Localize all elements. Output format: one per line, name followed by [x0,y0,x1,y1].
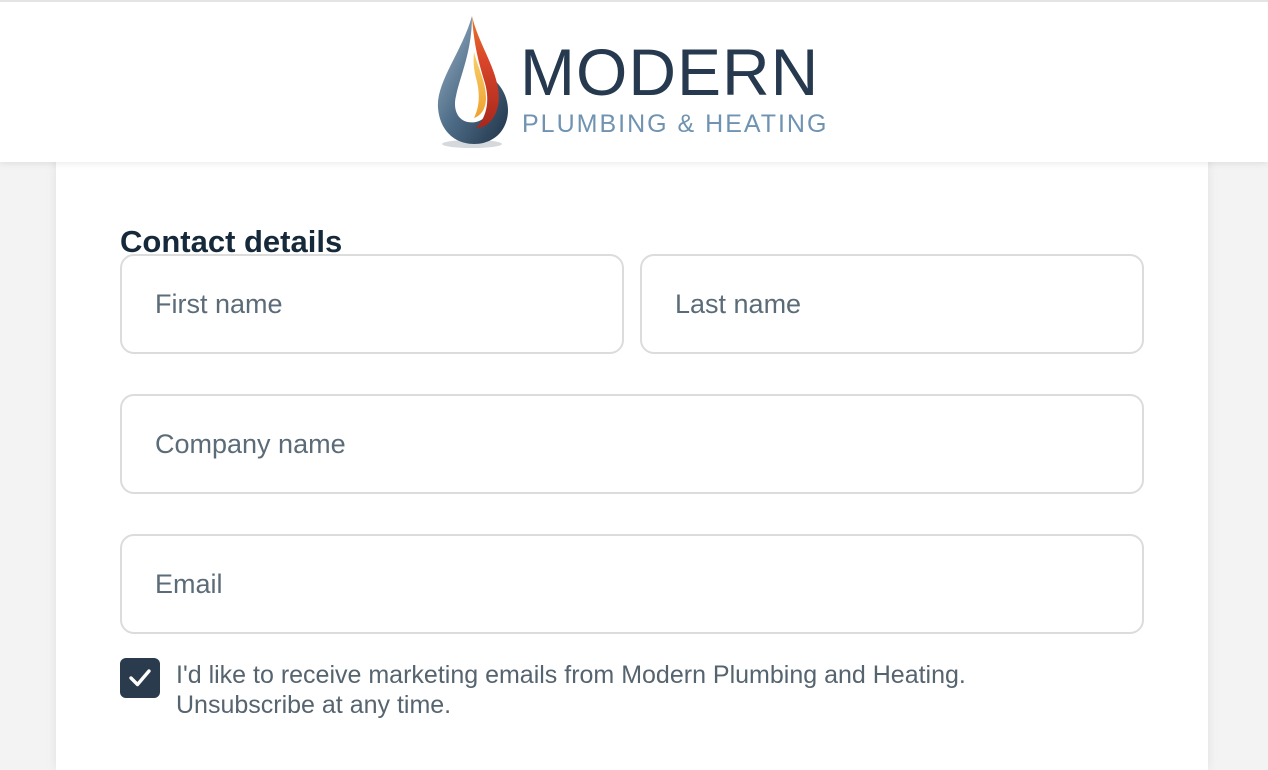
first-name-field [120,254,624,354]
last-name-field [640,254,1144,354]
email-field [120,534,1144,634]
logo-subtitle: PLUMBING & HEATING [522,110,829,138]
brand-logo[interactable]: MODERN PLUMBING & HEATING [432,12,832,152]
consent-text-line2: Unsubscribe at any time. [176,691,452,719]
water-flame-drop-icon [437,16,508,148]
first-name-input[interactable] [122,256,622,352]
company-name-field [120,394,1144,494]
company-name-input[interactable] [122,396,1142,492]
site-header: MODERN PLUMBING & HEATING [0,0,1268,162]
marketing-consent-label[interactable]: I'd like to receive marketing emails fro… [176,660,1076,720]
consent-text-line1: I'd like to receive marketing emails fro… [176,661,966,689]
checkmark-icon [129,669,151,687]
email-input[interactable] [122,536,1142,632]
marketing-consent-checkbox[interactable] [120,658,160,698]
logo-title: MODERN [520,35,820,109]
last-name-input[interactable] [642,256,1142,352]
